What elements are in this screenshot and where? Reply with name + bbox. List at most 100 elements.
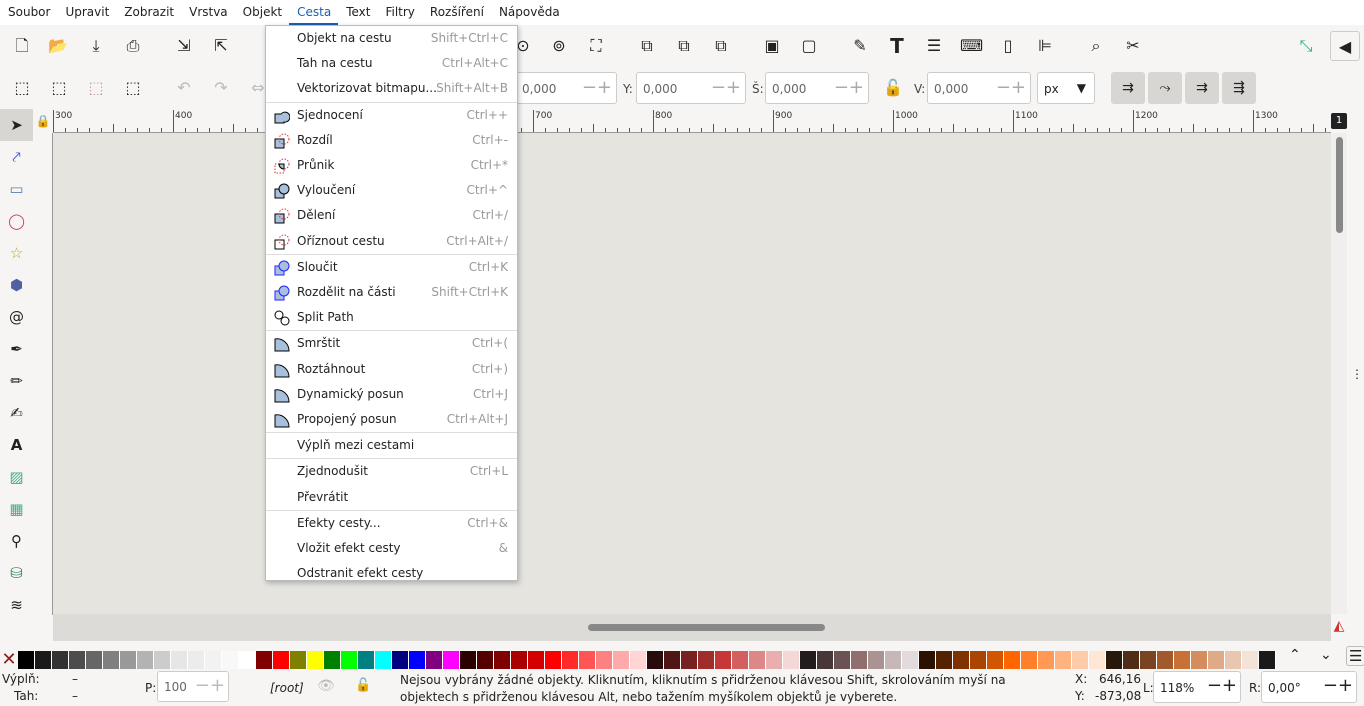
objects-icon[interactable]: ▯ [997, 35, 1019, 57]
palette-swatch[interactable] [596, 651, 613, 669]
text-tool-icon[interactable]: A [0, 429, 33, 461]
lock-guides-icon[interactable]: 🔒 [33, 110, 53, 133]
palette-swatch[interactable] [1157, 651, 1174, 669]
palette-swatch[interactable] [1004, 651, 1021, 669]
palette-swatch[interactable] [341, 651, 358, 669]
palette-swatch[interactable] [936, 651, 953, 669]
palette-swatch[interactable] [222, 651, 239, 669]
palette-swatch[interactable] [103, 651, 120, 669]
palette-swatch[interactable] [120, 651, 137, 669]
unlink-clone-icon[interactable]: ⧉ [710, 35, 732, 57]
palette-menu-icon[interactable]: ☰ [1346, 646, 1364, 666]
palette-swatch[interactable] [1140, 651, 1157, 669]
palette-swatch[interactable] [18, 651, 35, 669]
clone-icon[interactable]: ⧉ [673, 35, 695, 57]
pen-tool-icon[interactable]: ✒ [0, 333, 33, 365]
menu-text[interactable]: Text [338, 0, 377, 25]
menu-zobrazit[interactable]: Zobrazit [116, 0, 181, 25]
palette-swatch[interactable] [1208, 651, 1225, 669]
menu-soubor[interactable]: Soubor [0, 0, 57, 25]
export-icon[interactable]: ⇱ [210, 35, 232, 57]
menu-item-rozd-lit-na-sti[interactable]: Rozdělit na části Shift+Ctrl+K [266, 280, 517, 305]
palette-swatch[interactable] [817, 651, 834, 669]
vertical-scrollbar[interactable] [1331, 133, 1347, 614]
menu-nápověda[interactable]: Nápověda [491, 0, 567, 25]
menu-item-propojen-posun[interactable]: Propojený posun Ctrl+Alt+J [266, 407, 517, 432]
opacity-field[interactable]: 100 −+ [157, 671, 229, 702]
palette-swatch[interactable] [1225, 651, 1242, 669]
palette-swatch[interactable] [715, 651, 732, 669]
palette-swatch[interactable] [766, 651, 783, 669]
palette-swatch[interactable] [613, 651, 630, 669]
menu-item-p-evr-tit[interactable]: Převrátit [266, 485, 517, 510]
palette-swatch[interactable] [86, 651, 103, 669]
palette-swatch[interactable] [528, 651, 545, 669]
palette-swatch[interactable] [783, 651, 800, 669]
zoom-page-icon[interactable]: ⛶ [585, 35, 607, 57]
import-icon[interactable]: ⇲ [173, 35, 195, 57]
palette-swatch[interactable] [630, 651, 647, 669]
menu-item-smr-tit[interactable]: Smrštit Ctrl+( [266, 331, 517, 356]
unit-select[interactable]: px ▼ [1037, 72, 1095, 104]
palette-swatch[interactable] [545, 651, 562, 669]
menu-item-tah-na-cestu[interactable]: Tah na cestu Ctrl+Alt+C [266, 51, 517, 76]
spiral-tool-icon[interactable]: @ [0, 301, 33, 333]
palette-swatch[interactable] [732, 651, 749, 669]
palette-swatch[interactable] [834, 651, 851, 669]
menu-item-objekt-na-cestu[interactable]: Objekt na cestu Shift+Ctrl+C [266, 26, 517, 51]
scale-corners-button[interactable]: ⤳ [1148, 72, 1182, 104]
fill-stroke-icon[interactable]: ✎ [849, 35, 871, 57]
width-field[interactable]: 0,000 −+ [765, 72, 869, 104]
pencil-tool-icon[interactable]: ✏ [0, 365, 33, 397]
palette-swatch[interactable] [392, 651, 409, 669]
palette-swatch[interactable] [154, 651, 171, 669]
palette-swatch[interactable] [664, 651, 681, 669]
horizontal-scrollbar[interactable] [53, 614, 1331, 641]
palette-swatch[interactable] [647, 651, 664, 669]
menu-item-rozt-hnout[interactable]: Roztáhnout Ctrl+) [266, 357, 517, 382]
group-icon[interactable]: ▣ [761, 35, 783, 57]
mesh-tool-icon[interactable]: ▦ [0, 493, 33, 525]
palette-swatch[interactable] [902, 651, 919, 669]
palette-swatch[interactable] [1021, 651, 1038, 669]
menu-item-sjednocen-[interactable]: Sjednocení Ctrl++ [266, 103, 517, 128]
selector-tool-icon[interactable]: ➤ [0, 109, 33, 141]
horizontal-ruler[interactable]: 3004005006007008009001000110012001300 [53, 110, 1331, 133]
star-tool-icon[interactable]: ☆ [0, 237, 33, 269]
fill-value[interactable]: – [72, 672, 78, 686]
align-icon[interactable]: ⊫ [1034, 35, 1056, 57]
palette-swatch[interactable] [1072, 651, 1089, 669]
dropper-tool-icon[interactable]: ⚲ [0, 525, 33, 557]
menu-cesta[interactable]: Cesta [289, 0, 339, 25]
palette-swatch[interactable] [1191, 651, 1208, 669]
duplicate-icon[interactable]: ⧉ [636, 35, 658, 57]
horizontal-scroll-thumb[interactable] [588, 624, 825, 631]
palette-swatch[interactable] [1123, 651, 1140, 669]
y-field[interactable]: 0,000 −+ [636, 72, 746, 104]
palette-swatch[interactable] [987, 651, 1004, 669]
palette-swatch[interactable] [868, 651, 885, 669]
palette-swatch[interactable] [953, 651, 970, 669]
menu-item-rozd-l[interactable]: Rozdíl Ctrl+- [266, 128, 517, 153]
zoom-drawing-icon[interactable]: ⊚ [548, 35, 570, 57]
color-managed-icon[interactable]: ◭ [1331, 618, 1347, 638]
palette-swatch[interactable] [1106, 651, 1123, 669]
palette-swatch[interactable] [970, 651, 987, 669]
visibility-eye-icon[interactable]: 👁 [317, 678, 335, 694]
palette-swatch[interactable] [494, 651, 511, 669]
palette-swatch[interactable] [460, 651, 477, 669]
palette-swatch[interactable] [69, 651, 86, 669]
print-icon[interactable]: ⎙ [122, 35, 144, 57]
height-field[interactable]: 0,000 −+ [927, 72, 1031, 104]
palette-swatch[interactable] [409, 651, 426, 669]
move-patterns-button[interactable]: ⇶ [1222, 72, 1256, 104]
palette-swatch[interactable] [273, 651, 290, 669]
rotate-cw-icon[interactable]: ↷ [210, 77, 232, 99]
rotate-ccw-icon[interactable]: ↶ [173, 77, 195, 99]
palette-swatch[interactable] [579, 651, 596, 669]
menu-item-o-znout-cestu[interactable]: Oříznout cestu Ctrl+Alt+/ [266, 229, 517, 254]
x-field[interactable]: 0,000 −+ [505, 72, 617, 104]
document-properties-icon[interactable]: ⌕ [1085, 35, 1107, 57]
palette-swatch[interactable] [307, 651, 324, 669]
palette-swatch[interactable] [1174, 651, 1191, 669]
